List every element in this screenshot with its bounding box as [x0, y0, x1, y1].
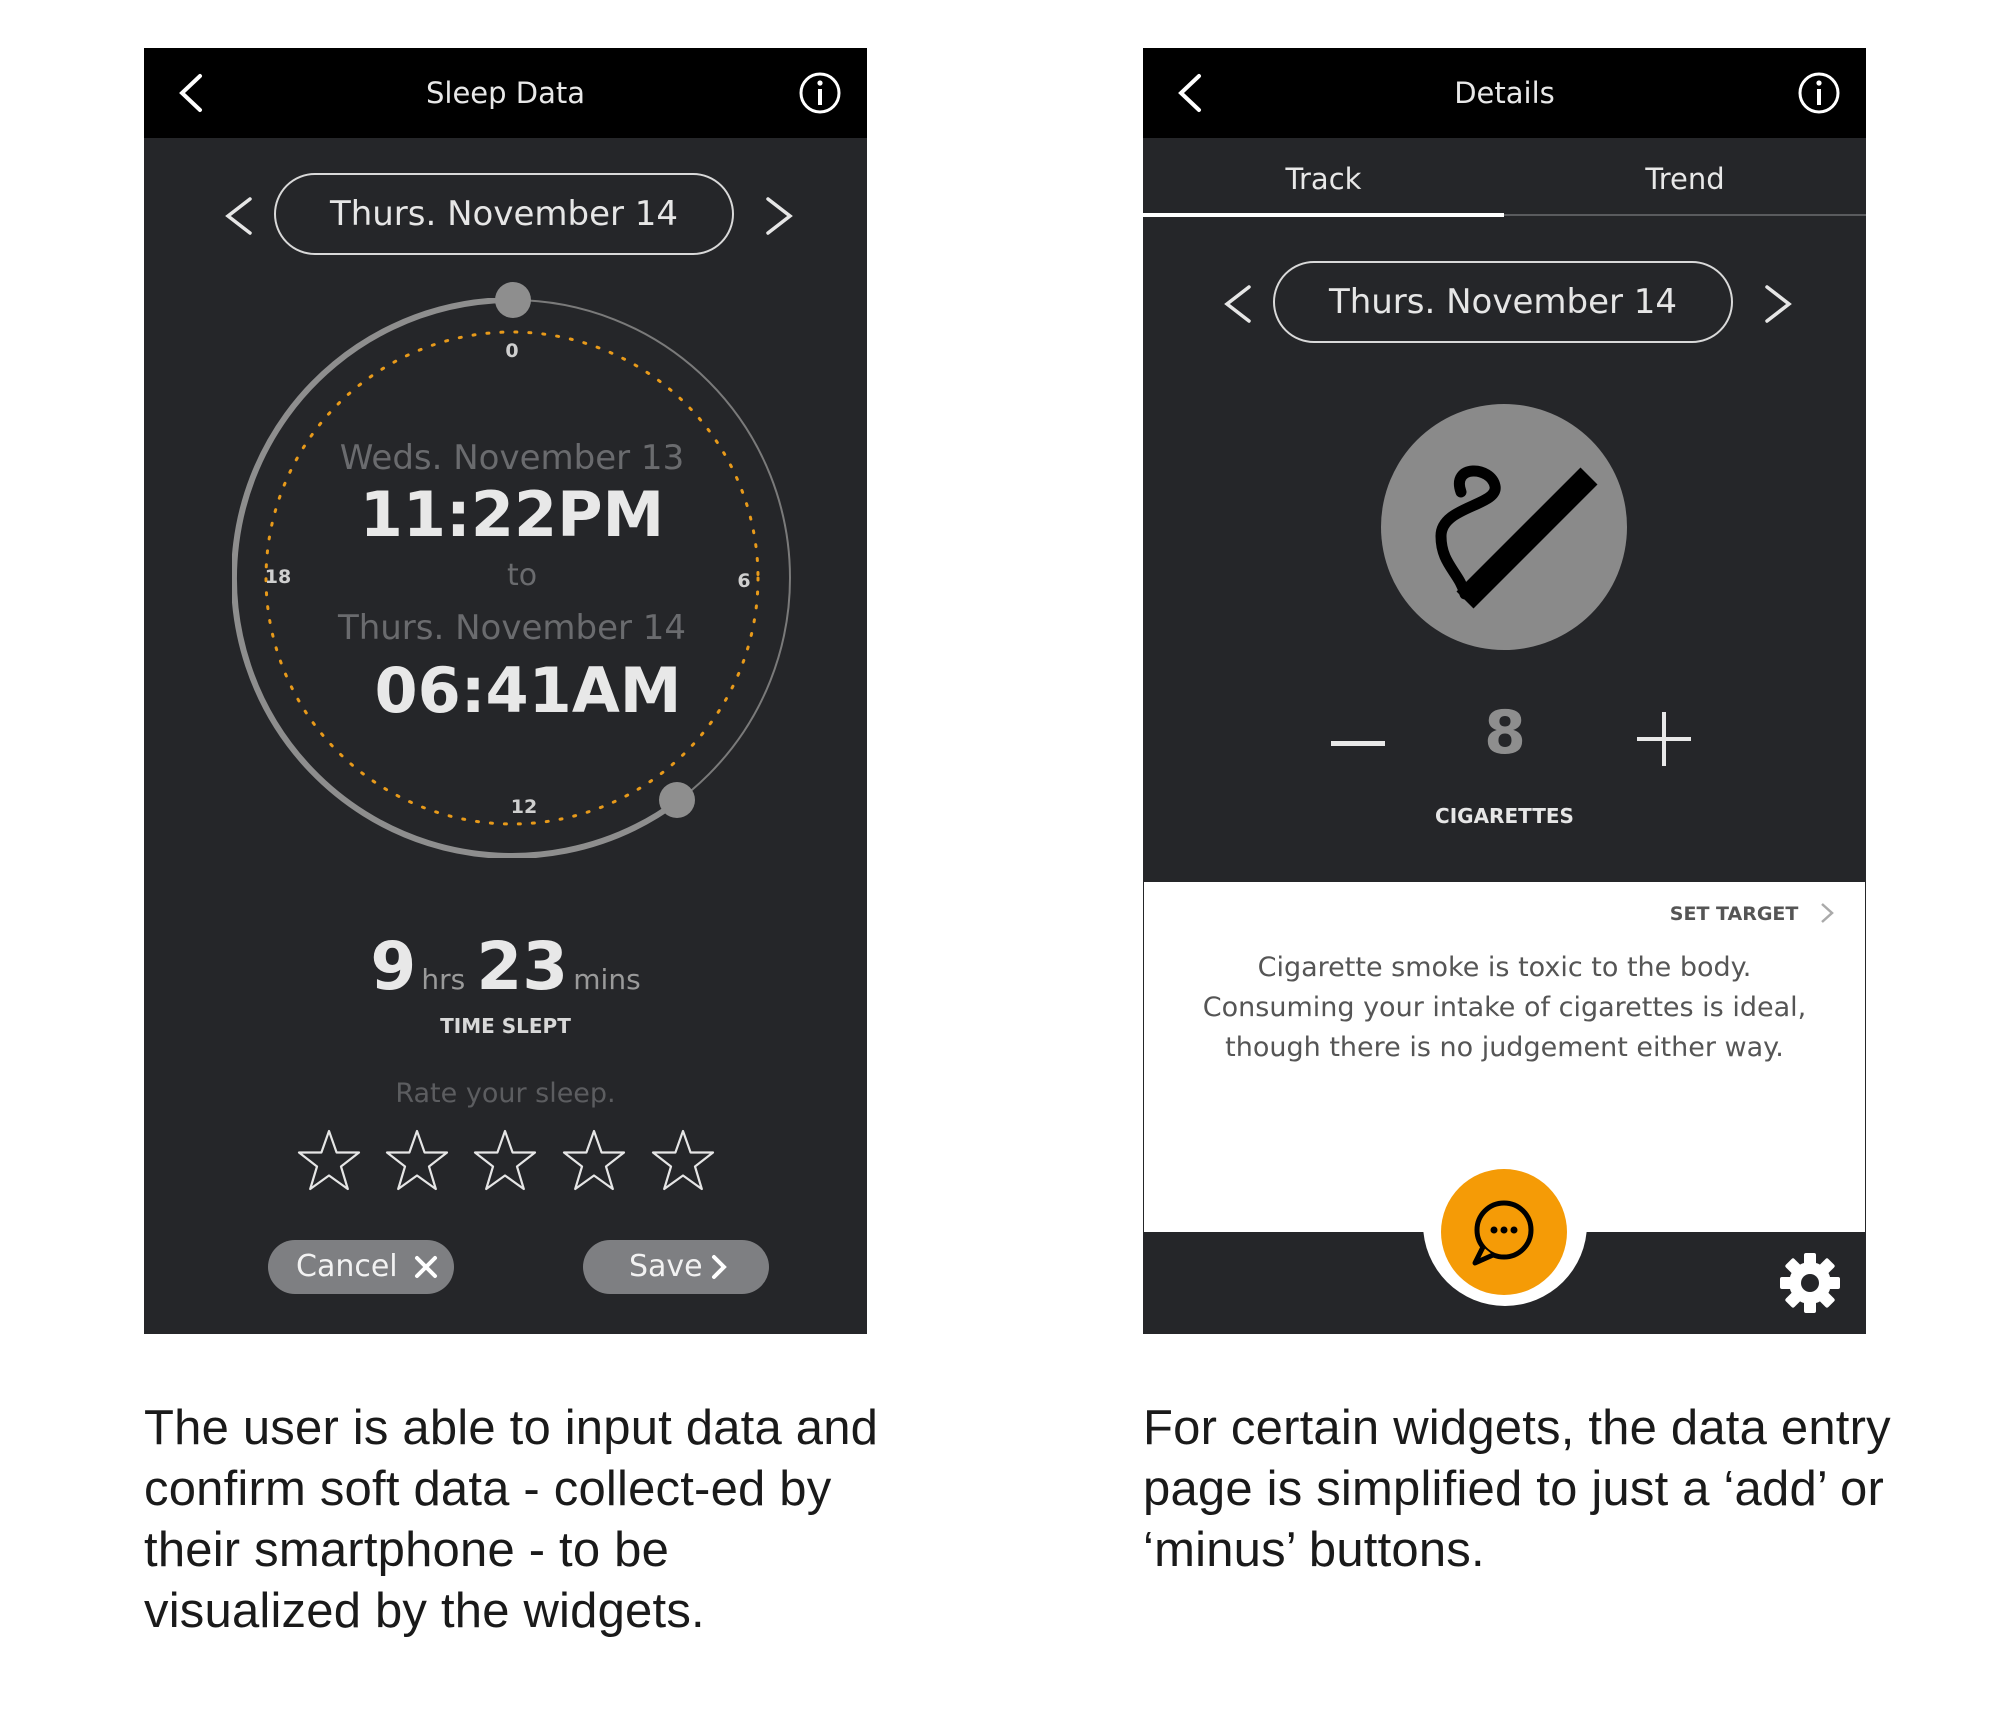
date-selector[interactable]: Thurs. November 14 — [274, 173, 734, 255]
tab-track[interactable]: Track — [1143, 138, 1504, 220]
sleep-data-screen: Sleep Data Thurs. November 14 0 6 12 18 … — [144, 48, 867, 1334]
clock-tick-label: 12 — [510, 796, 538, 818]
sleep-end-time: 06:41AM — [374, 654, 682, 727]
page-title: Details — [1454, 76, 1555, 110]
previous-day-icon[interactable] — [214, 187, 264, 245]
star-icon[interactable] — [296, 1128, 362, 1194]
hours-unit: hrs — [421, 963, 466, 996]
sleep-start-date: Weds. November 13 — [339, 438, 685, 478]
chat-bubble-icon — [1472, 1200, 1534, 1266]
minutes-unit: mins — [573, 963, 641, 996]
minus-icon[interactable] — [1331, 740, 1385, 748]
time-slept-caption: TIME SLEPT — [440, 1014, 571, 1038]
details-screen: Details Track Trend Thurs. November 14 8… — [1143, 48, 1866, 1334]
minutes-value: 23 — [476, 928, 569, 1005]
cancel-label: Cancel — [296, 1249, 398, 1284]
top-bar: Details — [1143, 48, 1866, 138]
set-target-link[interactable]: SET TARGET — [1670, 902, 1835, 925]
caption-right: For certain widgets, the data entry page… — [1143, 1401, 1891, 1577]
star-icon[interactable] — [384, 1128, 450, 1194]
star-icon[interactable] — [650, 1128, 716, 1194]
chevron-right-icon — [712, 1255, 727, 1279]
sleep-clock-dial: 0 6 12 18 Weds. November 13 11:22PM to T… — [232, 282, 792, 858]
chat-button[interactable] — [1441, 1169, 1567, 1295]
set-target-label: SET TARGET — [1669, 903, 1799, 925]
plus-icon[interactable] — [1637, 712, 1691, 766]
sleep-end-handle[interactable] — [659, 782, 695, 818]
gear-icon[interactable] — [1779, 1252, 1841, 1314]
close-icon — [415, 1256, 437, 1278]
time-slept-value: 9 hrs 23 mins — [144, 928, 867, 1005]
cigarette-count: 8 — [1484, 698, 1526, 768]
cancel-button[interactable]: Cancel — [268, 1240, 454, 1294]
save-label: Save — [629, 1249, 703, 1284]
count-label: CIGARETTES — [1435, 804, 1574, 828]
date-navigator: Thurs. November 14 — [144, 173, 867, 259]
sleep-end-date: Thurs. November 14 — [337, 608, 687, 648]
date-selector[interactable]: Thurs. November 14 — [1273, 261, 1733, 343]
sleep-start-handle[interactable] — [495, 282, 531, 318]
info-icon[interactable] — [797, 70, 843, 116]
next-day-icon[interactable] — [754, 187, 804, 245]
active-tab-indicator — [1143, 213, 1504, 217]
info-description: Cigarette smoke is toxic to the body. Co… — [1202, 952, 1807, 1063]
tab-trend[interactable]: Trend — [1504, 138, 1866, 220]
smoking-icon — [1381, 404, 1627, 650]
top-bar: Sleep Data — [144, 48, 867, 138]
sleep-start-time: 11:22PM — [359, 478, 665, 551]
rating-prompt: Rate your sleep. — [395, 1078, 616, 1109]
chevron-right-icon — [1821, 903, 1834, 923]
info-icon[interactable] — [1796, 70, 1842, 116]
next-day-icon[interactable] — [1753, 275, 1803, 333]
star-icon[interactable] — [472, 1128, 538, 1194]
clock-tick-label: 0 — [505, 340, 519, 362]
previous-day-icon[interactable] — [1213, 275, 1263, 333]
page-title: Sleep Data — [425, 76, 586, 110]
star-icon[interactable] — [561, 1128, 627, 1194]
save-button[interactable]: Save — [583, 1240, 769, 1294]
time-range-separator: to — [506, 558, 538, 593]
date-navigator: Thurs. November 14 — [1143, 261, 1866, 347]
hours-value: 9 — [370, 928, 417, 1005]
caption-left: The user is able to input data and confi… — [144, 1401, 879, 1638]
